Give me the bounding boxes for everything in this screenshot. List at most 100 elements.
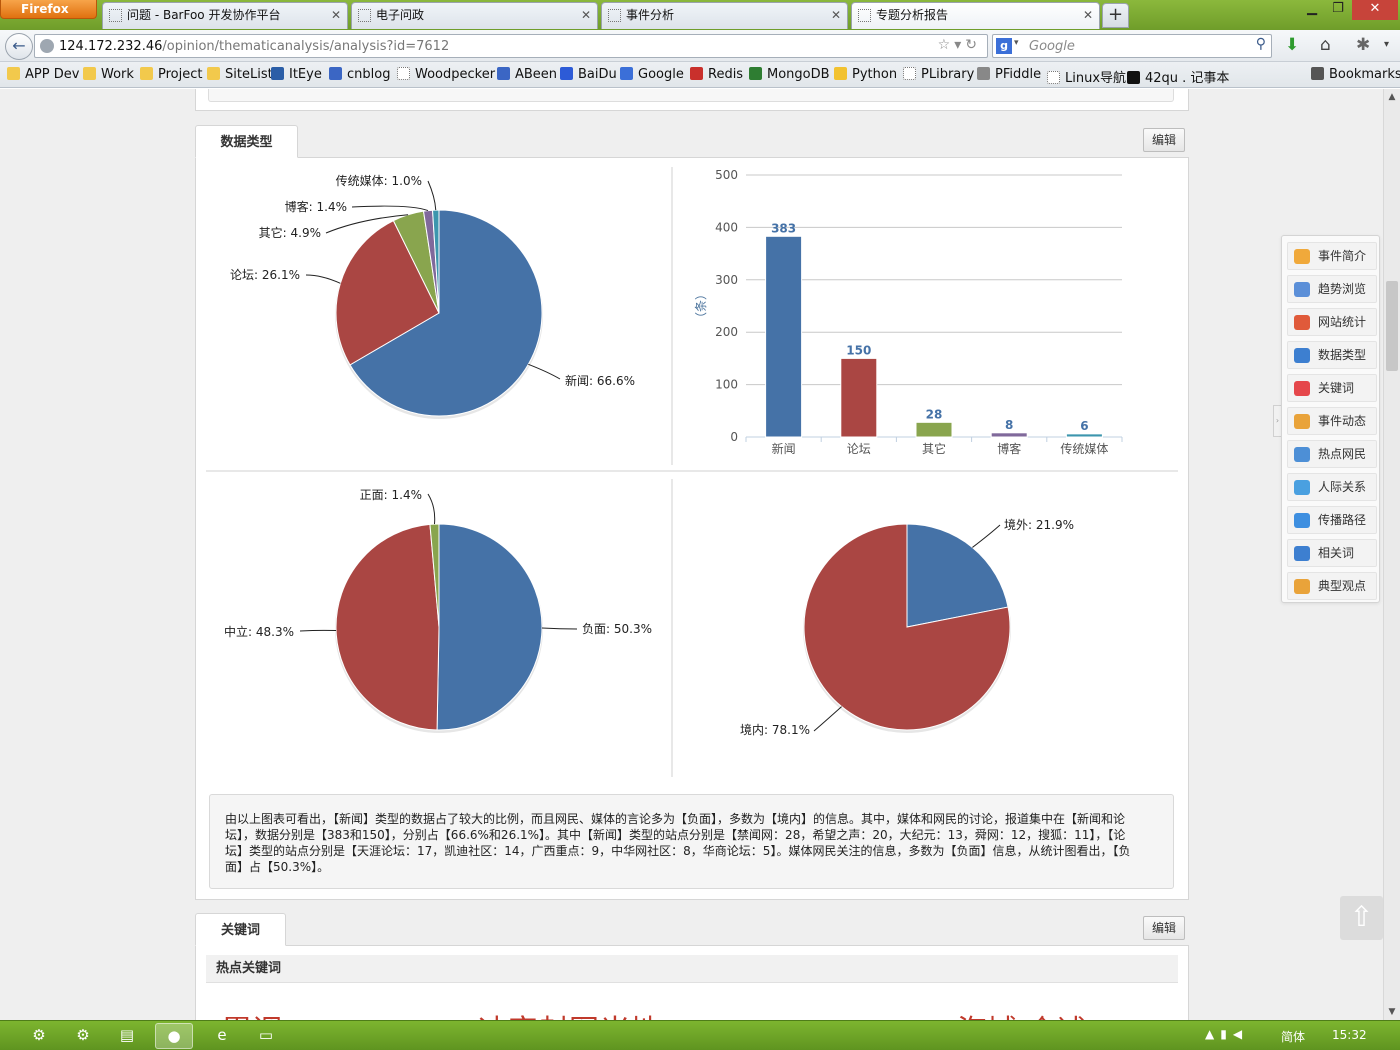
url-text[interactable]: 124.172.232.46/opinion/thematicanalysis/… — [59, 39, 449, 54]
y-axis-title: （条） — [694, 288, 708, 324]
chevron-down-icon[interactable]: ▾ — [1384, 34, 1389, 56]
close-icon[interactable]: ✕ — [1083, 3, 1093, 28]
chat-icon[interactable]: ▭ — [247, 1023, 285, 1049]
bookmark-item[interactable]: Python — [834, 67, 897, 82]
bookmark-item[interactable]: MongoDB — [749, 67, 830, 82]
keyword-cloud-word[interactable]: 胃调 — [222, 1006, 282, 1020]
side-menu-item[interactable]: 关键词 — [1287, 374, 1377, 402]
keyword-cloud-word[interactable]: 封图 — [539, 1006, 599, 1020]
search-icon[interactable]: ⚲ — [1256, 36, 1266, 52]
home-icon[interactable]: ⌂ — [1320, 34, 1331, 56]
bookmarks-menu[interactable]: Bookmarks — [1311, 67, 1400, 82]
maximize-button[interactable]: ❐ — [1326, 0, 1350, 20]
reload-icon[interactable]: ↻ — [965, 37, 981, 53]
bookmark-item[interactable]: BaiDu — [560, 67, 617, 82]
bookmark-label: MongoDB — [767, 67, 830, 82]
addon-icon[interactable]: ✱ — [1356, 34, 1370, 56]
bookmark-label: APP Dev — [25, 67, 80, 82]
minimize-button[interactable]: ▁ — [1300, 0, 1324, 20]
new-tab-button[interactable]: + — [1102, 3, 1129, 28]
bookmark-item[interactable]: 42qu . 记事本 — [1127, 67, 1229, 86]
pie-connector — [299, 629, 337, 632]
bar[interactable] — [1065, 433, 1103, 438]
bookmark-label: Project — [158, 67, 203, 82]
url-actions[interactable]: ☆▾↻ — [938, 37, 981, 53]
tab-thematic-report[interactable]: 专题分析报告 ✕ — [851, 2, 1100, 29]
firefox-taskbar-icon[interactable]: ● — [155, 1023, 193, 1049]
side-menu-item[interactable]: 网站统计 — [1287, 308, 1377, 336]
keyword-cloud-word[interactable]: 冲突 — [478, 1006, 538, 1020]
bookmark-item[interactable]: Linux导航 — [1047, 67, 1126, 86]
bookmark-item[interactable]: PLibrary — [903, 67, 974, 82]
system-tray-icons[interactable]: ▲▮◀ — [1205, 1027, 1248, 1041]
firefox-menu-button[interactable]: Firefox — [0, 0, 97, 19]
edit-button[interactable]: 编辑 — [1143, 916, 1185, 940]
page-icon — [358, 9, 371, 22]
search-bar[interactable]: g ▾ Google ⚲ — [992, 34, 1272, 58]
tab-issue[interactable]: 问题 - BarFoo 开发协作平台 ✕ — [102, 2, 348, 29]
chevron-up-icon[interactable]: ▲ — [1205, 1027, 1220, 1041]
window-close-button[interactable]: ✕ — [1352, 0, 1398, 20]
side-menu-item[interactable]: 数据类型 — [1287, 341, 1377, 369]
x-tick-label: 传统媒体 — [1060, 441, 1108, 456]
signal-icon[interactable]: ▮ — [1220, 1027, 1233, 1041]
url-bar[interactable]: 124.172.232.46/opinion/thematicanalysis/… — [34, 34, 988, 58]
close-icon[interactable]: ✕ — [331, 3, 341, 28]
close-icon[interactable]: ✕ — [581, 3, 591, 28]
clock[interactable]: 15:32 — [1332, 1028, 1367, 1042]
pie-slice[interactable] — [335, 523, 440, 731]
side-menu-item[interactable]: 相关词 — [1287, 539, 1377, 567]
internet-explorer-icon[interactable]: e — [203, 1023, 241, 1049]
back-button[interactable]: ← — [5, 33, 33, 60]
back-to-top-button[interactable]: ⇧ — [1340, 896, 1383, 940]
side-menu-item[interactable]: 趋势浏览 — [1287, 275, 1377, 303]
tab-event-analysis[interactable]: 事件分析 ✕ — [601, 2, 848, 29]
pie-slice[interactable] — [436, 523, 543, 731]
bar[interactable] — [990, 432, 1028, 438]
bookmark-item[interactable]: Work — [83, 67, 134, 82]
chevron-down-icon[interactable]: ▾ — [1014, 38, 1019, 48]
google-icon[interactable]: g — [996, 38, 1012, 54]
close-icon[interactable]: ✕ — [831, 3, 841, 28]
keyword-cloud-word[interactable]: 海域 — [957, 1006, 1017, 1020]
bookmark-item[interactable]: ItEye — [271, 67, 322, 82]
network-tool-icon[interactable]: ⚙ — [64, 1023, 102, 1049]
bookmark-item[interactable]: Woodpecker — [397, 67, 495, 82]
bookmark-item[interactable]: Redis — [690, 67, 743, 82]
scroll-down-arrow[interactable]: ▼ — [1384, 1004, 1400, 1020]
input-language[interactable]: 简体 — [1281, 1028, 1305, 1045]
download-icon[interactable]: ⬇ — [1285, 34, 1299, 56]
side-menu-item[interactable]: 典型观点 — [1287, 572, 1377, 600]
bookmark-item[interactable]: Project — [140, 67, 202, 82]
bookmark-item[interactable]: ABeen — [497, 67, 557, 82]
side-menu-item[interactable]: 传播路径 — [1287, 506, 1377, 534]
scroll-up-arrow[interactable]: ▲ — [1384, 89, 1400, 105]
bar[interactable] — [765, 235, 803, 438]
y-tick-label: 200 — [715, 325, 738, 339]
tab-keywords[interactable]: 关键词 — [195, 913, 286, 946]
side-menu-item[interactable]: 人际关系 — [1287, 473, 1377, 501]
bookmark-item[interactable]: PFiddle — [977, 67, 1041, 82]
scrollbar-thumb[interactable] — [1386, 281, 1398, 371]
volume-icon[interactable]: ◀ — [1233, 1027, 1248, 1041]
side-menu-item[interactable]: 事件简介 — [1287, 242, 1377, 270]
bookmark-item[interactable]: Google — [620, 67, 684, 82]
side-menu-item[interactable]: 热点网民 — [1287, 440, 1377, 468]
bar[interactable] — [840, 357, 878, 438]
star-icon[interactable]: ☆ — [938, 37, 955, 53]
file-explorer-icon[interactable]: ▤ — [108, 1023, 146, 1049]
bookmark-item[interactable]: APP Dev — [7, 67, 79, 82]
vertical-scrollbar[interactable]: ▲ ▼ — [1383, 89, 1400, 1020]
keyword-cloud-word[interactable]: 介述 — [1027, 1006, 1087, 1020]
side-menu-item[interactable]: 事件动态 — [1287, 407, 1377, 435]
dropdown-icon[interactable]: ▾ — [954, 37, 965, 53]
tab-data-type[interactable]: 数据类型 — [195, 125, 298, 158]
keyword-cloud-word[interactable]: 米地 — [600, 1006, 660, 1020]
bookmark-item[interactable]: cnblog — [329, 67, 390, 82]
network-tool-icon[interactable]: ⚙ — [20, 1023, 58, 1049]
bookmark-label: Woodpecker — [415, 67, 496, 82]
tab-e-government[interactable]: 电子问政 ✕ — [351, 2, 598, 29]
pie-connector — [351, 205, 429, 212]
bookmark-item[interactable]: SiteList — [207, 67, 273, 82]
bar[interactable] — [915, 421, 953, 438]
